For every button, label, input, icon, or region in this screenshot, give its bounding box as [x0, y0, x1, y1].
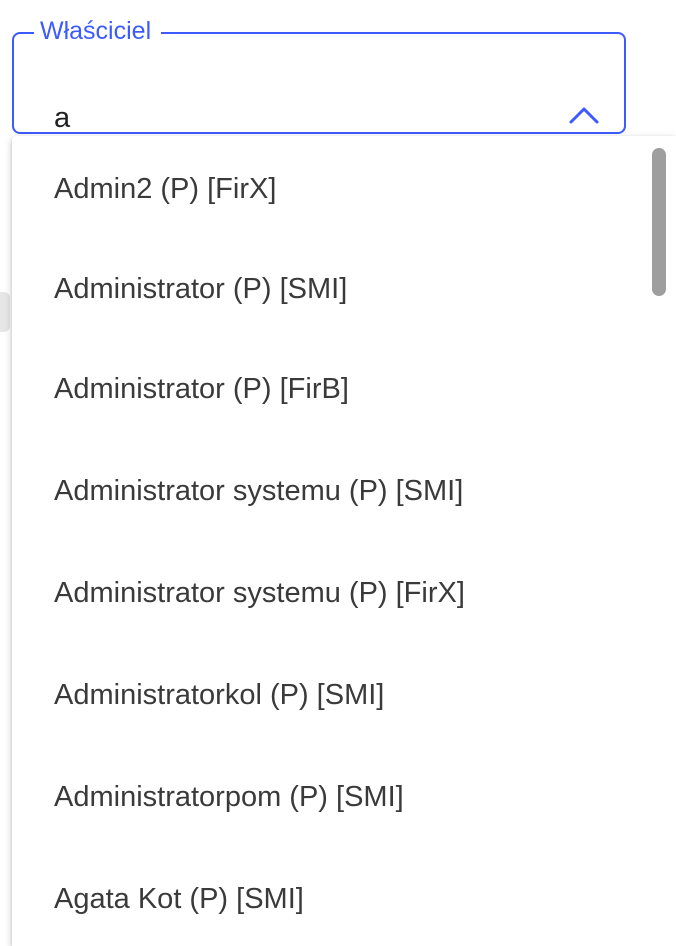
- owner-field-label: Właściciel: [34, 14, 162, 48]
- owner-dropdown-list[interactable]: Admin2 (P) [FirX] Administrator (P) [SMI…: [12, 136, 676, 946]
- dropdown-option[interactable]: Admin2 (P) [FirX]: [12, 136, 642, 242]
- dropdown-option[interactable]: Agata Kot (P) [SMI]: [12, 846, 642, 946]
- scrollbar-thumb[interactable]: [652, 148, 666, 296]
- owner-search-input[interactable]: [54, 96, 534, 140]
- dropdown-scrollbar[interactable]: [648, 140, 670, 940]
- dropdown-option[interactable]: Administrator (P) [SMI]: [12, 236, 642, 342]
- dropdown-option[interactable]: Administrator systemu (P) [SMI]: [12, 438, 642, 544]
- dropdown-option[interactable]: Administrator systemu (P) [FirX]: [12, 540, 642, 646]
- dropdown-option[interactable]: Administrator (P) [FirB]: [12, 336, 642, 442]
- dropdown-option[interactable]: Administratorkol (P) [SMI]: [12, 642, 642, 748]
- dropdown-option[interactable]: Administratorpom (P) [SMI]: [12, 744, 642, 850]
- background-field-edge: [0, 292, 10, 332]
- chevron-up-icon[interactable]: [566, 100, 602, 130]
